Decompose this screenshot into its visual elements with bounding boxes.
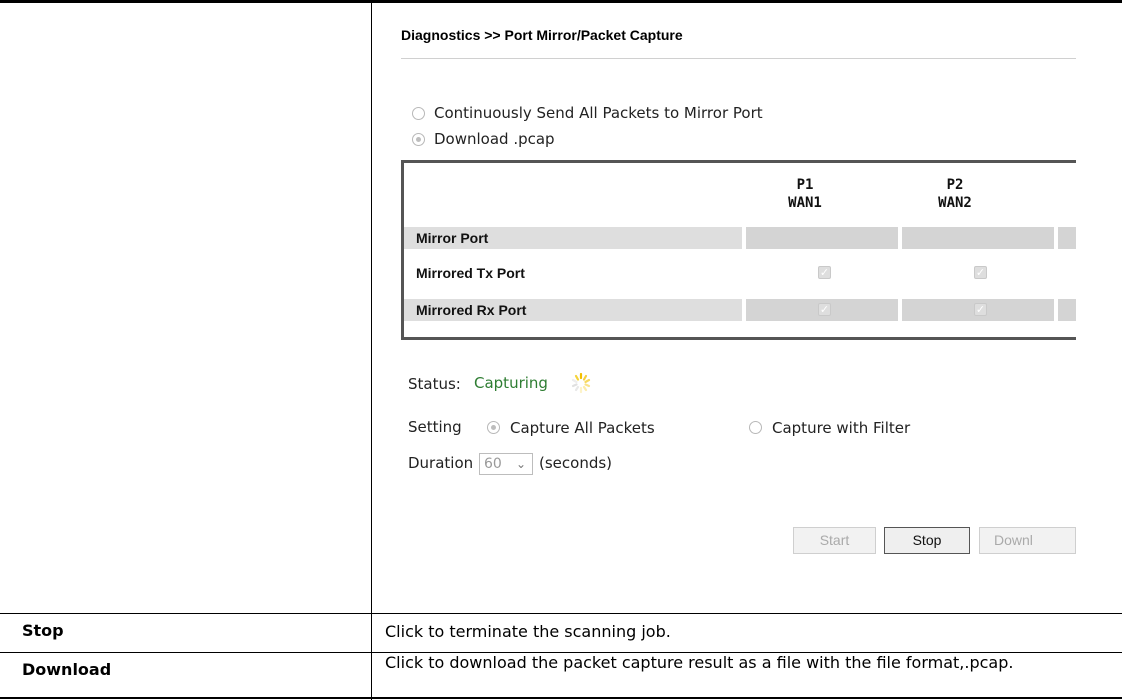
loading-spinner-icon [571,372,591,394]
table-top-border [0,0,1122,3]
download-button[interactable]: Downl [979,527,1076,554]
mirror-mode-label: Continuously Send All Packets to Mirror … [434,104,763,122]
tx-p1-checkbox[interactable]: ✓ [818,266,831,279]
capture-filter-label: Capture with Filter [772,419,911,437]
rx-p1-checkbox[interactable]: ✓ [818,303,831,316]
duration-value: 60 [484,456,502,472]
duration-label: Duration [408,454,474,472]
desc-stop: Click to terminate the scanning job. [385,622,671,641]
tx-p2-checkbox[interactable]: ✓ [974,266,987,279]
desc-download: Click to download the packet capture res… [385,653,1014,672]
duration-unit: (seconds) [539,454,613,472]
table-cell [902,227,1054,249]
row-label-mirrored-tx: Mirrored Tx Port [416,265,525,281]
table-cell [1058,227,1076,249]
status-value: Capturing [474,374,548,392]
page-title: Diagnostics >> Port Mirror/Packet Captur… [401,27,683,43]
start-button[interactable]: Start [793,527,876,554]
download-pcap-radio[interactable] [412,133,425,146]
table-bottom-border [0,697,1122,699]
row-divider [0,613,1122,614]
stop-button[interactable]: Stop [884,527,970,554]
duration-select[interactable]: 60 ⌄ [479,453,533,475]
row-label-mirrored-rx: Mirrored Rx Port [416,302,527,318]
row-label-mirror-port: Mirror Port [416,230,489,246]
table-cell [1058,299,1076,321]
column-header-p1: P1 WAN1 [788,177,822,211]
term-download: Download [22,660,112,679]
mirror-mode-radio[interactable] [412,107,425,120]
column-header-p2: P2 WAN2 [938,177,972,211]
capture-all-label: Capture All Packets [510,419,655,437]
rx-p2-checkbox[interactable]: ✓ [974,303,987,316]
setting-label: Setting [408,418,462,436]
download-pcap-label: Download .pcap [434,130,555,148]
column-divider [371,0,372,700]
table-cell [746,227,898,249]
chevron-down-icon: ⌄ [515,457,526,471]
capture-all-radio[interactable] [487,421,500,434]
capture-filter-radio[interactable] [749,421,762,434]
title-divider [401,58,1076,59]
term-stop: Stop [22,621,64,640]
status-label: Status: [408,375,461,393]
